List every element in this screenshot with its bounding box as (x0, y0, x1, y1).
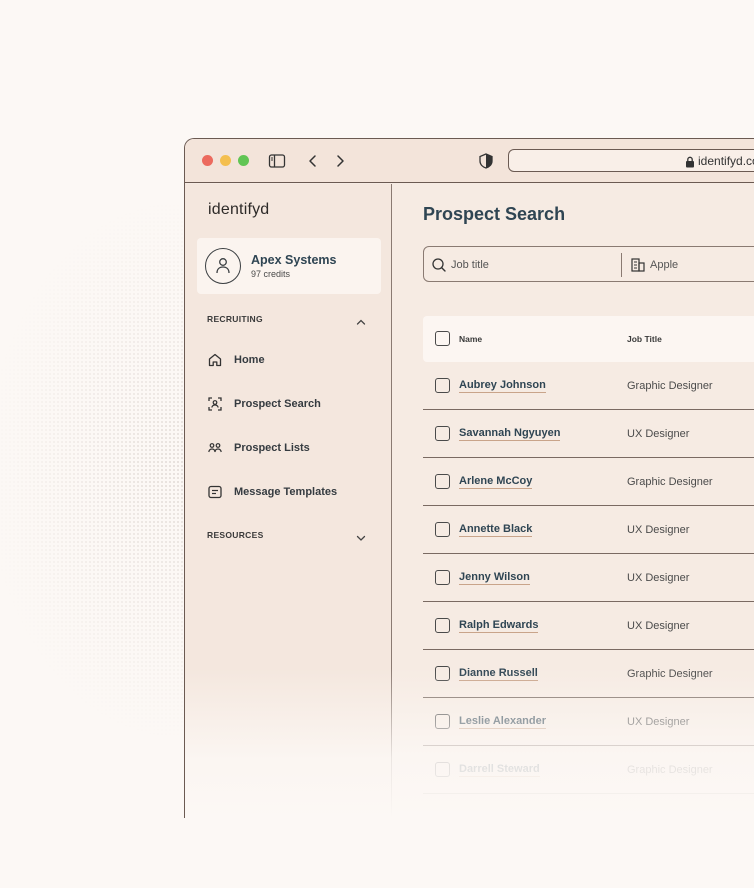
search-bar[interactable]: Job title Apple (423, 246, 754, 282)
sidebar-item-prospect-search[interactable]: Prospect Search (207, 396, 377, 414)
table-row[interactable]: Jenny Wilson UX Designer (423, 554, 754, 602)
sidebar-item-label: Prospect Lists (234, 442, 310, 454)
shield-icon[interactable] (477, 152, 495, 170)
sidebar: identifyd Apex Systems 97 credits RECRUI… (185, 184, 392, 818)
select-all-checkbox[interactable] (435, 331, 450, 346)
row-checkbox[interactable] (435, 666, 450, 681)
prospect-name-link[interactable]: Savannah Ngyuyen (459, 427, 561, 441)
users-icon (207, 440, 223, 456)
chevron-down-icon[interactable] (355, 530, 367, 541)
prospect-job-title: UX Designer (627, 524, 690, 536)
column-header-job-title[interactable]: Job Title (627, 334, 662, 344)
column-header-name[interactable]: Name (459, 334, 482, 344)
sidebar-item-label: Prospect Search (234, 398, 321, 410)
row-checkbox[interactable] (435, 522, 450, 537)
row-checkbox[interactable] (435, 426, 450, 441)
home-icon (207, 352, 223, 368)
prospect-name-link[interactable]: Leslie Alexander (459, 715, 547, 729)
browser-titlebar: identifyd.co (185, 139, 754, 183)
table-row[interactable]: Aubrey Johnson Graphic Designer (423, 362, 754, 410)
prospect-name-link[interactable]: Annette Black (459, 523, 533, 537)
back-arrow-icon[interactable] (304, 152, 322, 170)
row-checkbox[interactable] (435, 474, 450, 489)
prospect-job-title: Graphic Designer (627, 764, 713, 776)
sidebar-item-home[interactable]: Home (207, 352, 377, 370)
section-recruiting[interactable]: RECRUITING (207, 314, 263, 324)
chevron-up-icon[interactable] (355, 314, 367, 325)
forward-arrow-icon[interactable] (331, 152, 349, 170)
prospect-name-link[interactable]: Darrell Steward (459, 763, 540, 777)
table-row[interactable]: Darrell Steward Graphic Designer (423, 746, 754, 794)
prospect-table: Name Job Title Aubrey Johnson Graphic Des… (423, 316, 754, 794)
browser-window: identifyd.co identifyd Apex Systems 97 c… (184, 138, 754, 818)
window-minimize-button[interactable] (220, 155, 231, 166)
prospect-name-link[interactable]: Ralph Edwards (459, 619, 539, 633)
row-checkbox[interactable] (435, 378, 450, 393)
main-content: Prospect Search Job title Apple Name Job… (393, 184, 754, 818)
table-header: Name Job Title (423, 316, 754, 362)
prospect-name-link[interactable]: Aubrey Johnson (459, 379, 546, 393)
app-logo: identifyd (208, 201, 270, 218)
lock-icon (685, 155, 695, 168)
prospect-job-title: UX Designer (627, 716, 690, 728)
prospect-job-title: UX Designer (627, 572, 690, 584)
account-card[interactable]: Apex Systems 97 credits (197, 238, 381, 294)
row-checkbox[interactable] (435, 714, 450, 729)
user-icon (216, 258, 230, 274)
scan-user-icon (207, 396, 223, 412)
job-title-input[interactable]: Job title (451, 259, 489, 271)
prospect-job-title: Graphic Designer (627, 668, 713, 680)
prospect-name-link[interactable]: Arlene McCoy (459, 475, 533, 489)
prospect-job-title: Graphic Designer (627, 380, 713, 392)
prospect-job-title: UX Designer (627, 620, 690, 632)
prospect-name-link[interactable]: Jenny Wilson (459, 571, 530, 585)
row-checkbox[interactable] (435, 762, 450, 777)
avatar (205, 248, 241, 284)
search-divider (621, 253, 622, 277)
window-maximize-button[interactable] (238, 155, 249, 166)
account-credits: 97 credits (251, 269, 291, 279)
row-checkbox[interactable] (435, 570, 450, 585)
window-close-button[interactable] (202, 155, 213, 166)
url-text: identifyd.co (698, 154, 754, 168)
search-icon (431, 257, 447, 278)
company-input[interactable]: Apple (650, 259, 678, 271)
prospect-job-title: UX Designer (627, 428, 690, 440)
table-row[interactable]: Annette Black UX Designer (423, 506, 754, 554)
sidebar-item-message-templates[interactable]: Message Templates (207, 484, 377, 502)
row-checkbox[interactable] (435, 618, 450, 633)
message-icon (207, 484, 223, 500)
account-name: Apex Systems (251, 253, 337, 267)
prospect-name-link[interactable]: Dianne Russell (459, 667, 538, 681)
sidebar-item-label: Message Templates (234, 486, 338, 498)
page-title: Prospect Search (423, 204, 566, 224)
table-row[interactable]: Arlene McCoy Graphic Designer (423, 458, 754, 506)
table-row[interactable]: Ralph Edwards UX Designer (423, 602, 754, 650)
prospect-job-title: Graphic Designer (627, 476, 713, 488)
building-icon (630, 257, 646, 278)
table-row[interactable]: Leslie Alexander UX Designer (423, 698, 754, 746)
table-row[interactable]: Savannah Ngyuyen UX Designer (423, 410, 754, 458)
section-resources[interactable]: RESOURCES (207, 530, 264, 540)
table-row[interactable]: Dianne Russell Graphic Designer (423, 650, 754, 698)
sidebar-item-prospect-lists[interactable]: Prospect Lists (207, 440, 377, 458)
sidebar-toggle-icon[interactable] (268, 152, 286, 170)
address-bar[interactable]: identifyd.co (508, 149, 754, 172)
sidebar-item-label: Home (234, 354, 265, 366)
